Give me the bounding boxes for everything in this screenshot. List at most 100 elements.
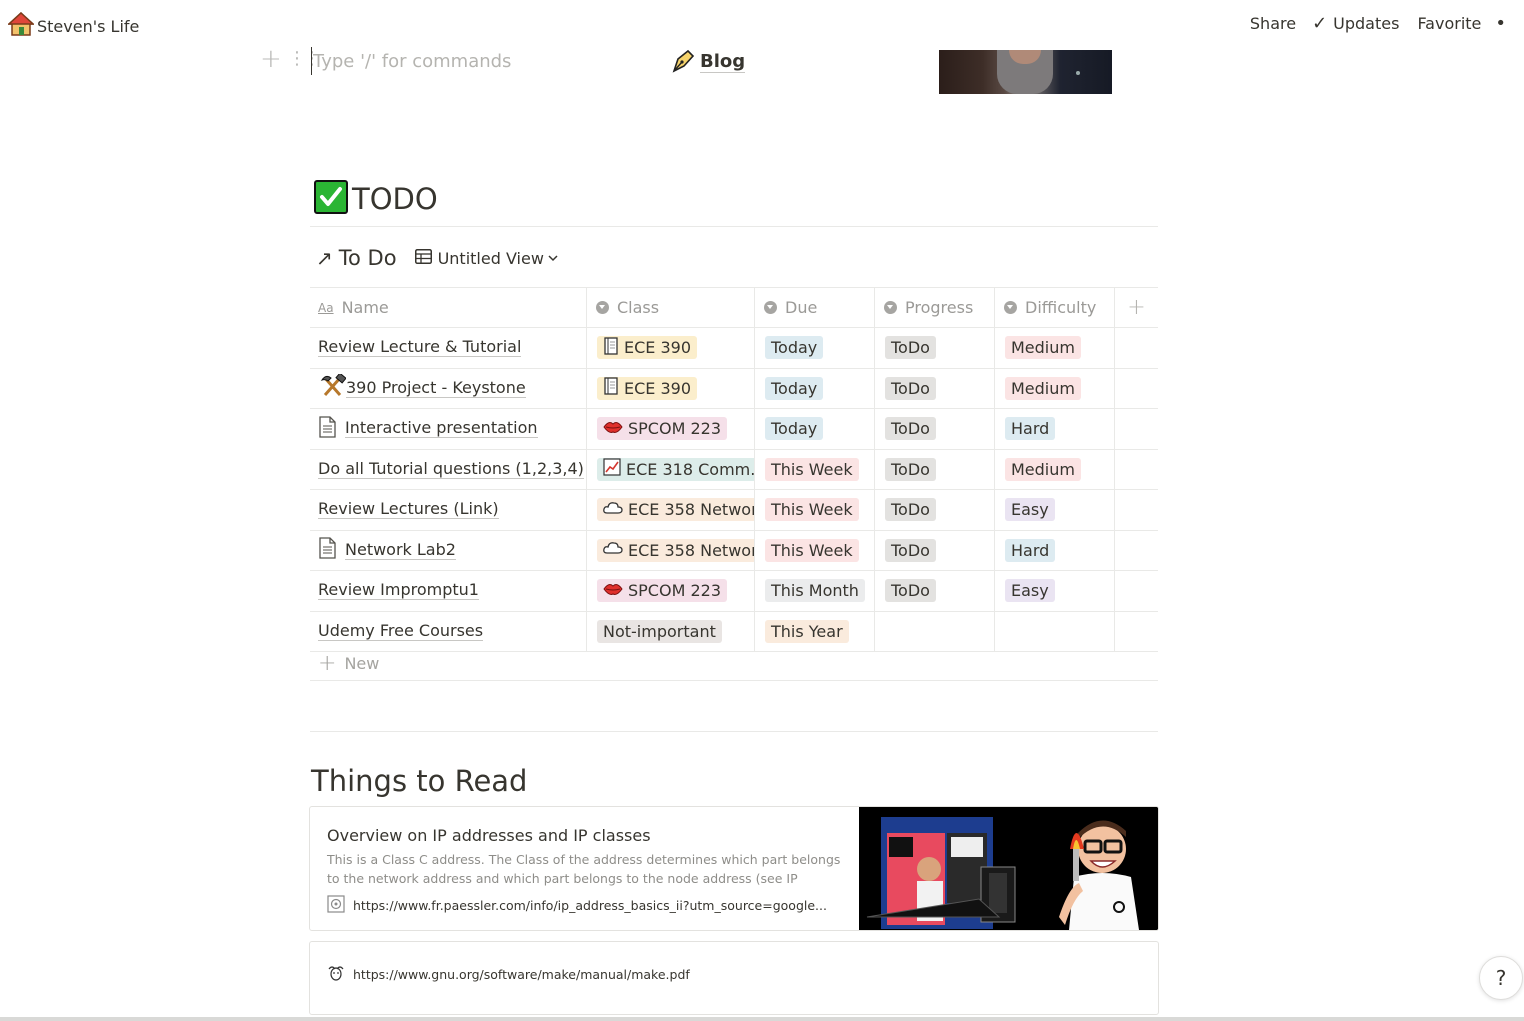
column-header-due[interactable]: Due [755, 288, 875, 327]
help-button[interactable]: ? [1479, 956, 1523, 1000]
bookmark-card[interactable]: https://www.gnu.org/software/make/manual… [309, 941, 1159, 1015]
column-header-progress[interactable]: Progress [875, 288, 995, 327]
table-row[interactable]: Udemy Free Courses Not-important This Year [310, 611, 1158, 652]
name-cell[interactable]: Review Lectures (Link) [310, 490, 587, 530]
table-row[interactable]: Network Lab2 ECE 358 Network This Week ToDo… [310, 530, 1158, 571]
column-header-name[interactable]: Aa Name [310, 288, 587, 327]
add-block-button[interactable]: + [260, 46, 282, 72]
paessler-favicon-icon [327, 895, 345, 916]
task-name[interactable]: Network Lab2 [345, 540, 456, 560]
house-icon [7, 11, 35, 41]
bookmark-preview-image [859, 807, 1158, 930]
check-icon: ✓ [1312, 13, 1328, 34]
name-cell[interactable]: Review Impromptu1 [310, 571, 587, 611]
add-column-button[interactable]: + [1115, 288, 1158, 327]
select-tag: ECE 358 Network [597, 498, 754, 522]
task-name[interactable]: 390 Project - Keystone [346, 378, 526, 398]
due-cell[interactable]: This Week [755, 490, 875, 530]
class-cell[interactable]: Not-important [587, 611, 755, 651]
favorite-button[interactable]: Favorite [1417, 14, 1481, 33]
due-cell[interactable]: This Month [755, 571, 875, 611]
due-cell[interactable]: Today [755, 409, 875, 449]
database-title-link[interactable]: To Do [339, 246, 397, 270]
new-row-button[interactable]: + New [318, 651, 379, 676]
difficulty-cell[interactable]: Hard [995, 409, 1115, 449]
updates-button[interactable]: Updates [1333, 14, 1399, 33]
task-name[interactable]: Review Lecture & Tutorial [318, 338, 522, 358]
select-tag: Today [765, 376, 824, 400]
progress-cell[interactable]: ToDo [875, 409, 995, 449]
fountain-pen-icon [670, 47, 696, 77]
table-row[interactable]: Interactive presentation SPCOM 223 Today To… [310, 409, 1158, 450]
select-tag: ToDo [885, 457, 936, 481]
progress-cell[interactable]: ToDo [875, 368, 995, 408]
things-to-read-heading: Things to Read [311, 764, 528, 798]
workspace-breadcrumb[interactable]: Steven's Life [7, 11, 139, 41]
select-tag: This Week [765, 538, 859, 562]
due-cell[interactable]: This Week [755, 449, 875, 489]
table-row[interactable]: Review Impromptu1 SPCOM 223 This Month ToDo… [310, 571, 1158, 612]
empty-cell [1115, 531, 1158, 571]
check-mark-button-icon [314, 180, 348, 218]
due-cell[interactable]: Today [755, 328, 875, 368]
empty-cell [1115, 369, 1158, 409]
class-cell[interactable]: ECE 390 [587, 368, 755, 408]
command-input[interactable] [311, 47, 645, 75]
due-cell[interactable]: Today [755, 368, 875, 408]
table-row[interactable]: 390 Project - Keystone ECE 390 Today ToDo Me… [310, 368, 1158, 409]
progress-cell[interactable] [875, 611, 995, 651]
progress-cell[interactable]: ToDo [875, 328, 995, 368]
share-button[interactable]: Share [1250, 14, 1296, 33]
class-cell[interactable]: ECE 318 Comm. S [587, 449, 755, 489]
class-cell[interactable]: ECE 358 Network [587, 490, 755, 530]
name-cell[interactable]: Do all Tutorial questions (1,2,3,4) [310, 449, 587, 489]
difficulty-cell[interactable]: Easy [995, 490, 1115, 530]
column-header-difficulty[interactable]: Difficulty [995, 288, 1115, 327]
select-tag: Medium [1005, 376, 1081, 400]
due-cell[interactable]: This Week [755, 530, 875, 570]
difficulty-cell[interactable]: Medium [995, 368, 1115, 408]
select-tag: ToDo [885, 579, 936, 603]
task-name[interactable]: Review Lectures (Link) [318, 500, 499, 520]
task-name[interactable]: Do all Tutorial questions (1,2,3,4) [318, 459, 584, 479]
difficulty-cell[interactable] [995, 611, 1115, 651]
class-cell[interactable]: SPCOM 223 [587, 571, 755, 611]
select-tag: SPCOM 223 [597, 417, 727, 441]
divider [310, 680, 1158, 681]
class-cell[interactable]: ECE 390 [587, 328, 755, 368]
class-cell[interactable]: SPCOM 223 [587, 409, 755, 449]
text-property-icon: Aa [318, 300, 334, 315]
more-button[interactable]: • [1495, 13, 1506, 34]
name-cell[interactable]: Review Lecture & Tutorial [310, 328, 587, 368]
task-name[interactable]: Interactive presentation [345, 419, 538, 439]
difficulty-cell[interactable]: Medium [995, 449, 1115, 489]
difficulty-cell[interactable]: Medium [995, 328, 1115, 368]
progress-cell[interactable]: ToDo [875, 490, 995, 530]
task-name[interactable]: Review Impromptu1 [318, 581, 479, 601]
difficulty-cell[interactable]: Hard [995, 530, 1115, 570]
task-name[interactable]: Udemy Free Courses [318, 621, 484, 641]
blog-page-link[interactable]: Blog [670, 47, 746, 77]
column-header-class[interactable]: Class [587, 288, 755, 327]
select-tag: ToDo [885, 376, 936, 400]
top-bar: Steven's Life Share ✓ Updates Favorite • [0, 0, 1524, 46]
due-cell[interactable]: This Year [755, 611, 875, 651]
select-property-icon [596, 301, 609, 314]
view-selector[interactable]: Untitled View [414, 248, 558, 268]
bookmark-card[interactable]: Overview on IP addresses and IP classes … [309, 806, 1159, 931]
class-cell[interactable]: ECE 358 Network [587, 530, 755, 570]
select-tag: Not-important [597, 619, 722, 643]
name-cell[interactable]: 390 Project - Keystone [310, 368, 587, 408]
progress-cell[interactable]: ToDo [875, 530, 995, 570]
name-cell[interactable]: Udemy Free Courses [310, 611, 587, 651]
table-row[interactable]: Review Lectures (Link) ECE 358 Network Thi… [310, 490, 1158, 531]
difficulty-cell[interactable]: Easy [995, 571, 1115, 611]
name-cell[interactable]: Network Lab2 [310, 530, 587, 570]
chart-icon [603, 458, 621, 480]
table-row[interactable]: Do all Tutorial questions (1,2,3,4) ECE 3… [310, 449, 1158, 490]
select-tag: ECE 318 Comm. S [597, 457, 754, 481]
progress-cell[interactable]: ToDo [875, 571, 995, 611]
name-cell[interactable]: Interactive presentation [310, 409, 587, 449]
progress-cell[interactable]: ToDo [875, 449, 995, 489]
table-row[interactable]: Review Lecture & Tutorial ECE 390 Today ToD… [310, 328, 1158, 369]
